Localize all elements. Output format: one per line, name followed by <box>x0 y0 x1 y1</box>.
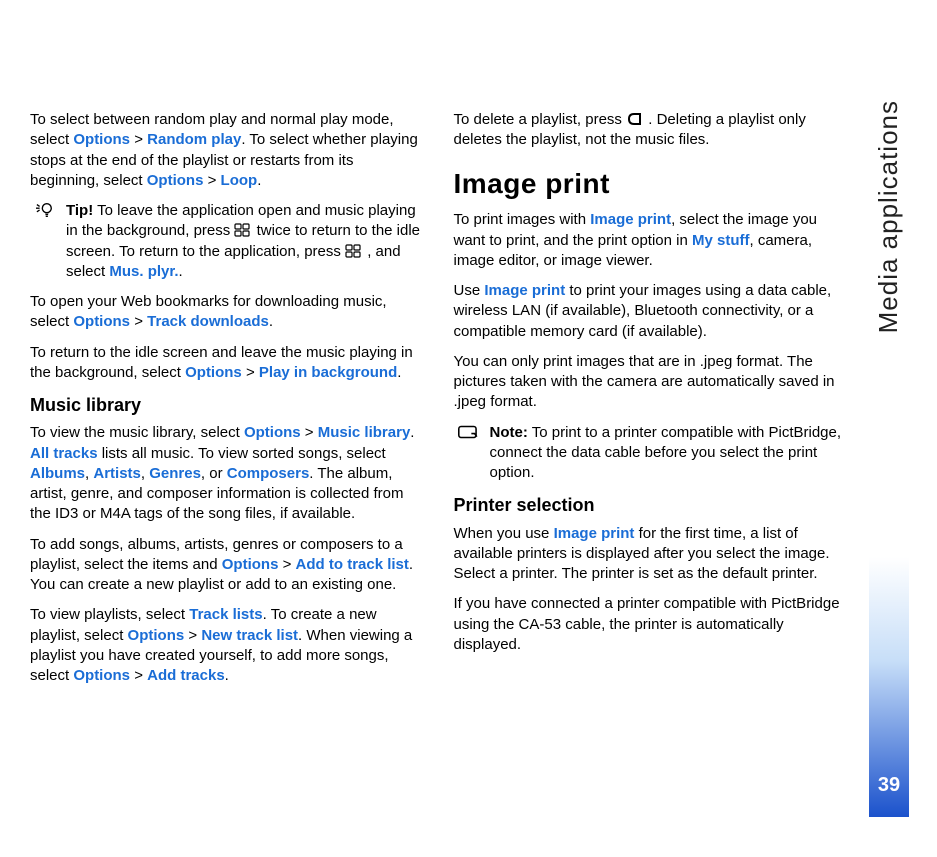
ui-ref: Image print <box>590 211 671 228</box>
tip-label: Tip! <box>66 202 93 219</box>
ui-ref: New track list <box>201 627 298 644</box>
tip-text: Tip! To leave the application open and m… <box>66 201 424 282</box>
ui-ref: Add to track list <box>296 556 409 573</box>
lightbulb-icon <box>34 201 56 225</box>
menu-key-icon <box>234 221 252 241</box>
right-column: To delete a playlist, press . Deleting a… <box>454 110 848 696</box>
heading-printer-selection: Printer selection <box>454 493 848 517</box>
paragraph: To print images with Image print, select… <box>454 210 848 271</box>
separator: > <box>278 556 295 573</box>
text: To print to a printer compatible with Pi… <box>490 424 842 482</box>
paragraph: To view playlists, select Track lists. T… <box>30 605 424 686</box>
ui-ref: Music library <box>318 424 411 441</box>
menu-key-icon <box>345 242 363 262</box>
ui-ref: Options <box>73 313 130 330</box>
paragraph: To open your Web bookmarks for downloadi… <box>30 292 424 333</box>
text: . <box>269 313 273 330</box>
text: . <box>257 172 261 189</box>
ui-ref: Mus. plyr. <box>109 263 178 280</box>
page-number: 39 <box>878 772 900 799</box>
ui-ref: My stuff <box>692 232 750 249</box>
separator: > <box>301 424 318 441</box>
paragraph: To view the music library, select Option… <box>30 423 424 524</box>
clear-key-icon <box>626 110 644 130</box>
ui-ref: Composers <box>227 465 310 482</box>
section-label: Media applications <box>871 100 906 333</box>
ui-ref: Track downloads <box>147 313 269 330</box>
side-margin: Media applications 39 <box>869 100 909 817</box>
ui-ref: Options <box>244 424 301 441</box>
ui-ref: Artists <box>93 465 141 482</box>
paragraph: You can only print images that are in .j… <box>454 352 848 413</box>
separator: > <box>130 667 147 684</box>
ui-ref: Image print <box>484 282 565 299</box>
tip-block: Tip! To leave the application open and m… <box>30 201 424 282</box>
paragraph: To add songs, albums, artists, genres or… <box>30 535 424 596</box>
paragraph: Use Image print to print your images usi… <box>454 281 848 342</box>
ui-ref: Genres <box>149 465 201 482</box>
separator: > <box>130 131 147 148</box>
text: lists all music. To view sorted songs, s… <box>98 445 386 462</box>
ui-ref: Random play <box>147 131 241 148</box>
note-label: Note: <box>490 424 528 441</box>
ui-ref: Options <box>185 364 242 381</box>
ui-ref: Options <box>73 667 130 684</box>
text: , <box>141 465 149 482</box>
text: . <box>397 364 401 381</box>
ui-ref: Albums <box>30 465 85 482</box>
paragraph: To select between random play and normal… <box>30 110 424 191</box>
page-content: To select between random play and normal… <box>0 0 937 756</box>
note-icon <box>458 423 480 447</box>
text: To delete a playlist, press <box>454 111 627 128</box>
ui-ref: Options <box>222 556 279 573</box>
ui-ref: Loop <box>221 172 258 189</box>
text: When you use <box>454 525 554 542</box>
left-column: To select between random play and normal… <box>30 110 424 696</box>
paragraph: To delete a playlist, press . Deleting a… <box>454 110 848 151</box>
page-number-gradient: 39 <box>869 557 909 817</box>
heading-music-library: Music library <box>30 393 424 417</box>
text: , or <box>201 465 227 482</box>
note-block: Note: To print to a printer compatible w… <box>454 423 848 484</box>
ui-ref: Options <box>73 131 130 148</box>
ui-ref: Options <box>128 627 185 644</box>
ui-ref: Image print <box>554 525 635 542</box>
separator: > <box>203 172 220 189</box>
text: To view playlists, select <box>30 606 189 623</box>
text: . <box>410 424 414 441</box>
heading-image-print: Image print <box>454 165 848 203</box>
paragraph: To return to the idle screen and leave t… <box>30 343 424 384</box>
text: . <box>225 667 229 684</box>
text: To print images with <box>454 211 591 228</box>
ui-ref: Track lists <box>189 606 262 623</box>
text: To view the music library, select <box>30 424 244 441</box>
ui-ref: Play in background <box>259 364 397 381</box>
ui-ref: Add tracks <box>147 667 225 684</box>
separator: > <box>242 364 259 381</box>
separator: > <box>130 313 147 330</box>
ui-ref: Options <box>147 172 204 189</box>
text: Use <box>454 282 485 299</box>
note-text: Note: To print to a printer compatible w… <box>490 423 848 484</box>
separator: > <box>184 627 201 644</box>
paragraph: When you use Image print for the first t… <box>454 524 848 585</box>
ui-ref: All tracks <box>30 445 98 462</box>
paragraph: If you have connected a printer compatib… <box>454 594 848 655</box>
text: . <box>179 263 183 280</box>
